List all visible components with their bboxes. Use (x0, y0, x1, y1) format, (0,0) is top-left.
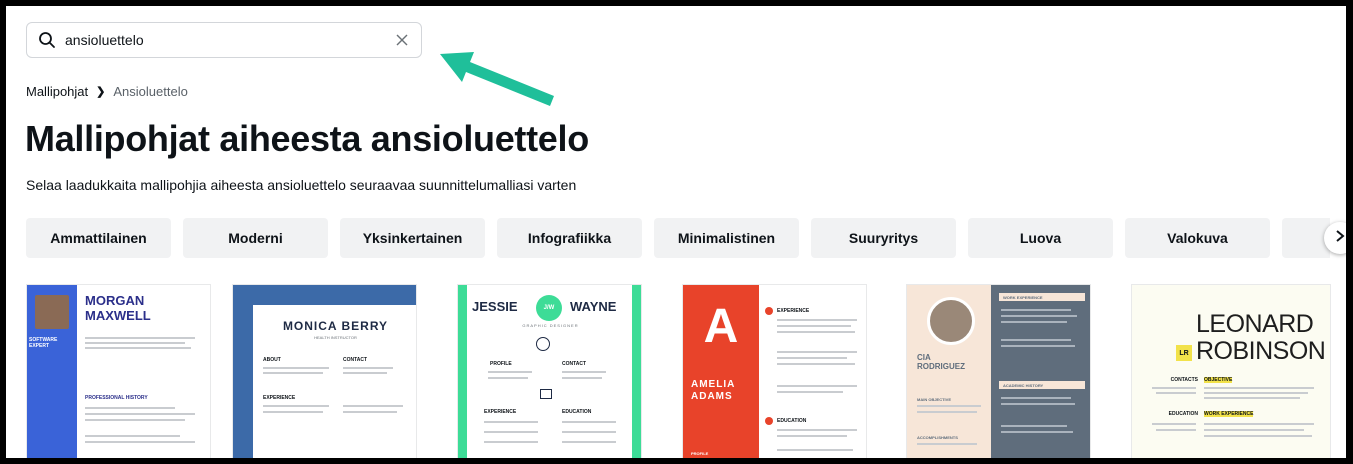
page-subtitle: Selaa laadukkaita mallipohjia aiheesta a… (26, 177, 577, 193)
briefcase-icon (540, 389, 552, 399)
template-section: PROFESSIONAL HISTORY (85, 395, 148, 401)
template-section: EXPERIENCE (484, 409, 517, 415)
filter-chip[interactable]: Infografiikka (497, 218, 642, 258)
template-name: MONICA BERRY (282, 319, 389, 333)
template-letter: A (703, 300, 739, 353)
template-name: JESSIE (472, 299, 518, 314)
filter-chip[interactable]: Luova (968, 218, 1113, 258)
filter-chip[interactable]: Suuryritys (811, 218, 956, 258)
template-section: EDUCATION (1168, 411, 1198, 417)
filter-chip[interactable]: Ammattilainen (26, 218, 171, 258)
pointer-arrow (440, 52, 554, 106)
template-section: OBJECTIVE (1204, 377, 1233, 383)
chevron-right-icon: ❯ (96, 86, 106, 98)
template-section: EXPERIENCE (777, 308, 810, 314)
page-frame: Mallipohjat ❯ Ansioluettelo Mallipohjat … (6, 6, 1346, 458)
filter-chips: Ammattilainen Moderni Yksinkertainen Inf… (26, 218, 1330, 258)
breadcrumb-root-link[interactable]: Mallipohjat (26, 84, 88, 99)
template-card[interactable]: CIA RODRIGUEZ MAIN OBJECTIVE ACCOMPLISHM… (906, 284, 1091, 458)
template-section: MAIN OBJECTIVE (917, 397, 952, 402)
template-section: WORK EXPERIENCE (1204, 411, 1254, 417)
template-name: ROBINSON (1196, 337, 1326, 365)
template-card[interactable]: JESSIE J/W WAYNE GRAPHIC DESIGNER PROFIL… (457, 284, 642, 458)
template-role: HEALTH INSTRUCTOR (314, 335, 357, 340)
breadcrumb: Mallipohjat ❯ Ansioluettelo (26, 84, 188, 99)
filter-chip[interactable]: Minimalistinen (654, 218, 799, 258)
template-name: AMELIA (691, 379, 736, 390)
template-name: ADAMS (691, 391, 733, 402)
filter-chip-partial[interactable] (1282, 218, 1330, 258)
template-name: CIA (917, 353, 931, 362)
template-section: EXPERIENCE (263, 395, 296, 401)
clear-search-icon[interactable] (393, 31, 411, 49)
avatar (927, 297, 975, 345)
template-section: CONTACT (343, 357, 368, 363)
template-section: ABOUT (263, 357, 281, 363)
template-section: ACCOMPLISHMENTS (917, 435, 958, 440)
template-name: RODRIGUEZ (917, 362, 965, 371)
template-section: CONTACTS (1170, 377, 1198, 383)
profile-icon (536, 337, 550, 351)
filter-chip[interactable]: Moderni (183, 218, 328, 258)
breadcrumb-current: Ansioluettelo (113, 84, 188, 99)
template-section: WORK EXPERIENCE (999, 293, 1085, 301)
template-name: WAYNE (570, 299, 617, 314)
avatar (35, 295, 69, 329)
template-card[interactable]: MONICA BERRY HEALTH INSTRUCTOR ABOUT CON… (232, 284, 417, 458)
search-icon (37, 30, 57, 50)
search-bar[interactable] (26, 22, 422, 58)
filter-chip[interactable]: Valokuva (1125, 218, 1270, 258)
template-section: EDUCATION (562, 409, 592, 415)
template-name: LEONARD (1196, 310, 1314, 338)
template-card[interactable]: A AMELIA ADAMS PROFILE EXPERIENCE EDUCAT… (682, 284, 867, 458)
template-name: MAXWELL (85, 308, 151, 323)
template-card[interactable]: LEONARD ROBINSON LR CONTACTS OBJECTIVE E… (1131, 284, 1331, 458)
template-section: CONTACT (562, 361, 587, 367)
page-title: Mallipohjat aiheesta ansioluettelo (25, 118, 589, 159)
template-section: EDUCATION (777, 418, 807, 424)
template-role: GRAPHIC DESIGNER (522, 323, 579, 328)
search-input[interactable] (65, 32, 385, 48)
template-monogram: LR (1176, 345, 1192, 361)
template-monogram: J/W (536, 295, 562, 321)
filter-chip[interactable]: Yksinkertainen (340, 218, 485, 258)
template-role: SOFTWARE EXPERT (29, 337, 58, 349)
template-card[interactable]: MORGAN MAXWELL SOFTWARE EXPERT PROFESSIO… (26, 284, 211, 458)
template-section: ACADEMIC HISTORY (999, 381, 1085, 389)
template-section: PROFILE (490, 361, 512, 367)
chevron-right-icon (1335, 229, 1345, 247)
template-name: MORGAN (85, 293, 145, 308)
template-section: PROFILE (691, 451, 709, 456)
